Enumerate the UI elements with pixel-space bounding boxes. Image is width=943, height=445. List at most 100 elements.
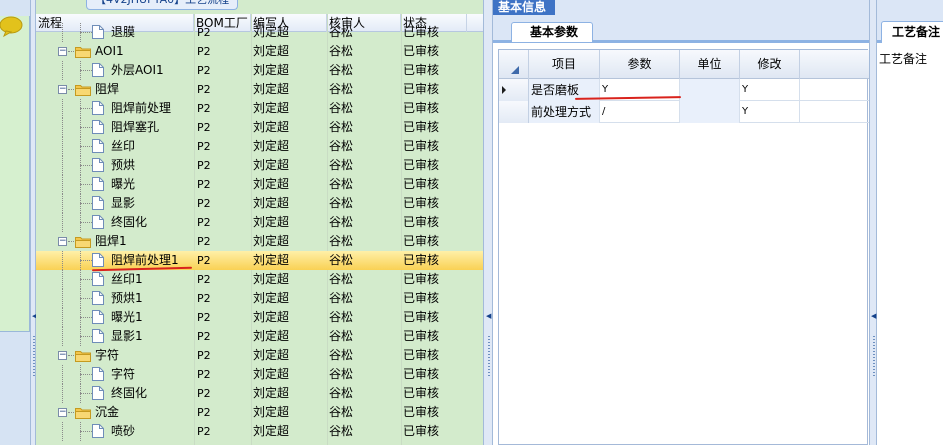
col-header-param[interactable]: 参数	[600, 50, 680, 79]
tree-folder-row[interactable]: − 沉金 P2 刘定超 谷松 已审核	[36, 403, 483, 422]
tree-row[interactable]: 丝印1 P2 刘定超 谷松 已审核	[36, 270, 483, 289]
tree-row[interactable]: 显影1 P2 刘定超 谷松 已审核	[36, 327, 483, 346]
tree-row[interactable]: 字符 P2 刘定超 谷松 已审核	[36, 365, 483, 384]
document-icon	[92, 63, 104, 77]
tree-row[interactable]: 阻焊前处理1 P2 刘定超 谷松 已审核	[36, 251, 483, 272]
tree-cell-status: 已审核	[403, 82, 440, 96]
process-flow-tab[interactable]: 【4V2JHUPTA0】工艺流程	[86, 0, 239, 10]
params-row[interactable]: 是否磨板 Y Y	[499, 79, 869, 101]
param-cell-unit[interactable]	[680, 79, 740, 101]
tree-cell-bom: P2	[197, 273, 211, 286]
tab-basic-params[interactable]: 基本参数	[511, 22, 593, 42]
tree-folder-row[interactable]: − 字符 P2 刘定超 谷松 已审核	[36, 346, 483, 365]
document-icon	[92, 101, 104, 115]
tree-cell-writer: 刘定超	[253, 291, 290, 305]
tree-cell-bom: P2	[197, 216, 211, 229]
tree-row[interactable]: 预烘 P2 刘定超 谷松 已审核	[36, 156, 483, 175]
tree-cell-status: 已审核	[403, 348, 440, 362]
tree-cell-reviewer: 谷松	[329, 253, 354, 267]
tree-cell-flow: 阻焊1	[95, 234, 127, 248]
tree-cell-flow: 阻焊塞孔	[111, 120, 160, 134]
tree-row[interactable]: 外层AOI1 P2 刘定超 谷松 已审核	[36, 61, 483, 80]
params-row[interactable]: 前处理方式 / Y	[499, 101, 869, 123]
basic-info-title[interactable]: 基本信息	[493, 0, 555, 15]
collapse-node-icon[interactable]: −	[58, 85, 67, 94]
craft-notes-label: 工艺备注	[879, 52, 928, 66]
app-window: ◀ 【4V2JHUPTA0】工艺流程 流程 BOM工厂 编写人 核审人 状态 退…	[0, 0, 943, 445]
row-selector[interactable]	[499, 79, 529, 101]
tree-cell-status: 已审核	[403, 367, 440, 381]
tree-cell-writer: 刘定超	[253, 101, 290, 115]
tree-folder-row[interactable]: − 阻焊1 P2 刘定超 谷松 已审核	[36, 232, 483, 251]
tree-cell-writer: 刘定超	[253, 310, 290, 324]
tree-cell-writer: 刘定超	[253, 386, 290, 400]
col-header-modify[interactable]: 修改	[740, 50, 800, 79]
tree-cell-reviewer: 谷松	[329, 329, 354, 343]
collapse-middle-arrow-icon[interactable]: ◀	[486, 312, 491, 320]
tree-row[interactable]: 喷砂 P2 刘定超 谷松 已审核	[36, 422, 483, 441]
col-header-item[interactable]: 项目	[529, 50, 600, 79]
tree-cell-flow: 外层AOI1	[111, 63, 164, 77]
document-icon	[92, 386, 104, 400]
param-cell-value[interactable]: /	[600, 101, 680, 123]
tree-row[interactable]: 阻焊塞孔 P2 刘定超 谷松 已审核	[36, 118, 483, 137]
tree-cell-reviewer: 谷松	[329, 424, 354, 438]
tree-cell-reviewer: 谷松	[329, 234, 354, 248]
tree-cell-status: 已审核	[403, 139, 440, 153]
tree-cell-reviewer: 谷松	[329, 101, 354, 115]
collapse-right-arrow-icon[interactable]: ◀	[871, 312, 876, 320]
splitter-grip-icon	[33, 336, 35, 376]
row-selector[interactable]	[499, 101, 529, 123]
param-cell-modify[interactable]: Y	[740, 79, 800, 101]
folder-icon	[75, 408, 91, 419]
tree-cell-bom: P2	[197, 26, 211, 39]
process-tree-panel: 【4V2JHUPTA0】工艺流程 流程 BOM工厂 编写人 核审人 状态 退膜P…	[36, 0, 483, 445]
folder-icon	[75, 47, 91, 58]
collapse-node-icon[interactable]: −	[58, 351, 67, 360]
tab-craft-notes[interactable]: 工艺备注	[881, 21, 943, 43]
param-cell-modify[interactable]: Y	[740, 101, 800, 123]
tree-cell-reviewer: 谷松	[329, 196, 354, 210]
collapse-node-icon[interactable]: −	[58, 237, 67, 246]
tree-row[interactable]: 阻焊前处理 P2 刘定超 谷松 已审核	[36, 99, 483, 118]
tree-row[interactable]: 预烘1 P2 刘定超 谷松 已审核	[36, 289, 483, 308]
tree-cell-reviewer: 谷松	[329, 215, 354, 229]
tree-row[interactable]: 丝印 P2 刘定超 谷松 已审核	[36, 137, 483, 156]
collapse-node-icon[interactable]: −	[58, 408, 67, 417]
splitter-right[interactable]: ◀	[869, 0, 877, 445]
tree-cell-bom: P2	[197, 425, 211, 438]
tree-folder-row[interactable]: − AOI1 P2 刘定超 谷松 已审核	[36, 42, 483, 61]
tree-cell-bom: P2	[197, 64, 211, 77]
tree-cell-status: 已审核	[403, 101, 440, 115]
tree-row[interactable]: 终固化 P2 刘定超 谷松 已审核	[36, 213, 483, 232]
tree-row[interactable]: 终固化 P2 刘定超 谷松 已审核	[36, 384, 483, 403]
tree-cell-status: 已审核	[403, 424, 440, 438]
current-row-arrow-icon	[502, 86, 506, 94]
document-icon	[92, 329, 104, 343]
param-cell-item[interactable]: 前处理方式	[529, 101, 600, 123]
tree-folder-row[interactable]: − 阻焊 P2 刘定超 谷松 已审核	[36, 80, 483, 99]
collapse-node-icon[interactable]: −	[58, 47, 67, 56]
chat-bubble-icon[interactable]	[0, 14, 24, 38]
tree-cell-reviewer: 谷松	[329, 177, 354, 191]
tree-cell-reviewer: 谷松	[329, 120, 354, 134]
tree-cell-writer: 刘定超	[253, 158, 290, 172]
tree-cell-flow: 字符	[95, 348, 120, 362]
param-cell-unit[interactable]	[680, 101, 740, 123]
select-all-corner[interactable]	[499, 50, 529, 79]
tree-cell-reviewer: 谷松	[329, 25, 354, 39]
tree-cell-bom: P2	[197, 292, 211, 305]
tree-cell-writer: 刘定超	[253, 272, 290, 286]
tree-row[interactable]: 曝光1 P2 刘定超 谷松 已审核	[36, 308, 483, 327]
splitter-middle[interactable]: ◀	[483, 0, 493, 445]
col-header-unit[interactable]: 单位	[680, 50, 740, 79]
tree-row[interactable]: 退膜 P2 刘定超 谷松 已审核	[36, 23, 483, 42]
tree-cell-flow: 沉金	[95, 405, 120, 419]
tree-cell-writer: 刘定超	[253, 25, 290, 39]
folder-icon	[75, 351, 91, 362]
tree-row[interactable]: 曝光 P2 刘定超 谷松 已审核	[36, 175, 483, 194]
tree-row[interactable]: 显影 P2 刘定超 谷松 已审核	[36, 194, 483, 213]
tree-cell-bom: P2	[197, 254, 211, 267]
tree-cell-flow: AOI1	[95, 44, 124, 58]
tree-cell-writer: 刘定超	[253, 196, 290, 210]
